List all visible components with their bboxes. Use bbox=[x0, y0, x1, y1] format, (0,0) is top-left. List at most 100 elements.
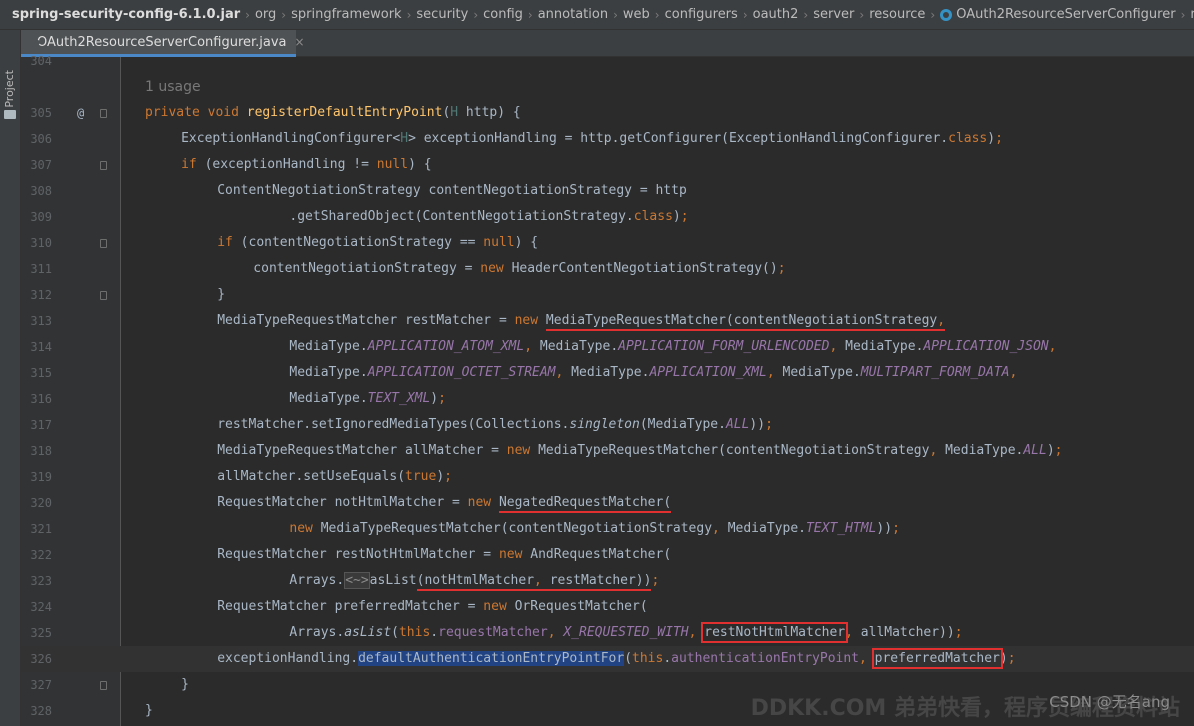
breadcrumb-item[interactable]: config bbox=[483, 7, 523, 22]
code-line-308[interactable]: 308 ContentNegotiationStrategy contentNeg… bbox=[21, 178, 1194, 204]
breadcrumb-separator: › bbox=[859, 7, 865, 22]
code-text: RequestMatcher restNotHtmlMatcher = new … bbox=[217, 547, 672, 562]
breadcrumb-item[interactable]: server bbox=[813, 7, 854, 22]
code-line-304[interactable]: 304 bbox=[21, 48, 1194, 74]
code-text: MediaType.APPLICATION_OCTET_STREAM, Medi… bbox=[289, 365, 1018, 380]
fold-toggle-icon[interactable] bbox=[100, 109, 107, 118]
site-watermark: DDKK.COM 弟弟快看，程序员编程资料站 bbox=[750, 696, 1180, 721]
breadcrumb-item-label: spring-security-config-6.1.0.jar bbox=[12, 7, 241, 22]
code-text: } bbox=[181, 677, 189, 692]
code-text: ExceptionHandlingConfigurer<H> exception… bbox=[181, 131, 1003, 146]
code-editor[interactable]: 304 1 usage 305 @ private void registerDefau… bbox=[21, 54, 1194, 726]
code-line-309[interactable]: 309 .getSharedObject(ContentNegotiationSt… bbox=[21, 204, 1194, 230]
code-text: if (contentNegotiationStrategy == null) … bbox=[217, 235, 539, 250]
breadcrumb-item[interactable]: resource bbox=[869, 7, 925, 22]
code-line-313[interactable]: 313 MediaTypeRequestMatcher restMatcher =… bbox=[21, 308, 1194, 334]
breadcrumb-item-label: configurers bbox=[664, 7, 738, 22]
code-line-325[interactable]: 325 Arrays.asList(this.requestMatcher, X_… bbox=[21, 620, 1194, 646]
code-line-310[interactable]: 310 if (contentNegotiationStrategy == nul… bbox=[21, 230, 1194, 256]
code-text: .getSharedObject(ContentNegotiationStrat… bbox=[289, 209, 689, 224]
breadcrumb-separator: › bbox=[281, 7, 287, 22]
breadcrumb-item[interactable]: security bbox=[416, 7, 468, 22]
code-text: new MediaTypeRequestMatcher(contentNegot… bbox=[289, 521, 900, 536]
line-number: 318 bbox=[30, 444, 52, 458]
code-text: Arrays.asList(this.requestMatcher, X_REQ… bbox=[289, 622, 963, 643]
line-number: 309 bbox=[30, 210, 52, 224]
fold-toggle-icon[interactable] bbox=[100, 239, 107, 248]
line-number: 315 bbox=[30, 366, 52, 380]
breadcrumb-item-label: org bbox=[254, 7, 277, 22]
code-text: } bbox=[145, 703, 153, 718]
code-line-307[interactable]: 307 if (exceptionHandling != null) { bbox=[21, 152, 1194, 178]
breadcrumb-separator: › bbox=[930, 7, 936, 22]
breadcrumb: spring-security-config-6.1.0.jar › org › spr… bbox=[0, 0, 1194, 30]
breadcrumb-item[interactable]: oauth2 bbox=[753, 7, 799, 22]
code-line-316[interactable]: 316 MediaType.TEXT_XML); bbox=[21, 386, 1194, 412]
code-line-312[interactable]: 312} bbox=[21, 282, 1194, 308]
code-line-306[interactable]: 306 ExceptionHandlingConfigurer<H> except… bbox=[21, 126, 1194, 152]
folder-icon[interactable] bbox=[4, 110, 16, 119]
code-text: MediaTypeRequestMatcher restMatcher = ne… bbox=[217, 308, 946, 334]
code-line-323[interactable]: 323 Arrays.<~>asList(notHtmlMatcher, rest… bbox=[21, 568, 1194, 594]
breadcrumb-item[interactable]: springframework bbox=[291, 7, 401, 22]
code-line-324[interactable]: 324 RequestMatcher preferredMatcher = new… bbox=[21, 594, 1194, 620]
code-line-326[interactable]: 326 exceptionHandling.defaultAuthenticati… bbox=[21, 646, 1194, 672]
fold-toggle-icon[interactable] bbox=[100, 291, 107, 300]
code-text: private void registerDefaultEntryPoint(H… bbox=[145, 105, 521, 120]
code-line-319[interactable]: 319 allMatcher.setUseEquals(true); bbox=[21, 464, 1194, 490]
breadcrumb-separator: › bbox=[654, 7, 660, 22]
breadcrumb-item[interactable]: org bbox=[255, 7, 276, 22]
line-number: 322 bbox=[30, 548, 52, 562]
breadcrumb-separator: › bbox=[803, 7, 809, 22]
code-line-317[interactable]: 317 restMatcher.setIgnoredMediaTypes(Coll… bbox=[21, 412, 1194, 438]
breadcrumb-item[interactable]: spring-security-config-6.1.0.jar bbox=[12, 7, 240, 22]
breadcrumb-separator: › bbox=[245, 7, 250, 22]
breadcrumb-item[interactable]: OAuth2ResourceServerConfigurer bbox=[940, 7, 1176, 22]
code-line-311[interactable]: 311 contentNegotiationStrategy = new Head… bbox=[21, 256, 1194, 282]
breadcrumb-item[interactable]: registerDefaultEntryPoint bbox=[1190, 7, 1194, 22]
line-number: 306 bbox=[30, 132, 52, 146]
code-line-322[interactable]: 322 RequestMatcher restNotHtmlMatcher = n… bbox=[21, 542, 1194, 568]
line-number: 313 bbox=[30, 314, 52, 328]
breadcrumb-separator: › bbox=[406, 7, 412, 22]
override-marker-icon[interactable]: @ bbox=[77, 100, 84, 126]
code-text: RequestMatcher preferredMatcher = new Or… bbox=[217, 599, 648, 614]
code-text: exceptionHandling.defaultAuthenticationE… bbox=[217, 648, 1016, 669]
line-number: 312 bbox=[30, 288, 52, 302]
breadcrumb-separator: › bbox=[473, 7, 479, 22]
line-number: 310 bbox=[30, 236, 52, 250]
code-lens-usage[interactable]: 1 usage bbox=[21, 74, 1194, 100]
fold-toggle-icon[interactable] bbox=[100, 681, 107, 690]
line-number: 320 bbox=[30, 496, 52, 510]
breadcrumb-item-label: config bbox=[483, 7, 523, 22]
code-line-321[interactable]: 321 new MediaTypeRequestMatcher(contentNe… bbox=[21, 516, 1194, 542]
code-line-320[interactable]: 320 RequestMatcher notHtmlMatcher = new N… bbox=[21, 490, 1194, 516]
breadcrumb-separator: › bbox=[1180, 7, 1186, 22]
project-tool-button[interactable]: Project bbox=[3, 70, 17, 108]
code-text: restMatcher.setIgnoredMediaTypes(Collect… bbox=[217, 417, 773, 432]
fold-toggle-icon[interactable] bbox=[100, 161, 107, 170]
breadcrumb-item-label: registerDefaultEntryPoint bbox=[1190, 7, 1194, 22]
breadcrumb-item[interactable]: annotation bbox=[538, 7, 608, 22]
breadcrumb-separator: › bbox=[742, 7, 748, 22]
line-number: 327 bbox=[30, 678, 52, 692]
tool-window-strip: Project bbox=[0, 30, 21, 726]
line-number: 321 bbox=[30, 522, 52, 536]
usages-hint[interactable]: 1 usage bbox=[145, 74, 201, 100]
breadcrumb-item-label: server bbox=[813, 7, 855, 22]
line-number: 316 bbox=[30, 392, 52, 406]
code-line-318[interactable]: 318 MediaTypeRequestMatcher allMatcher = … bbox=[21, 438, 1194, 464]
line-number: 324 bbox=[30, 600, 52, 614]
code-line-315[interactable]: 315 MediaType.APPLICATION_OCTET_STREAM, M… bbox=[21, 360, 1194, 386]
breadcrumb-item[interactable]: configurers bbox=[665, 7, 738, 22]
breadcrumb-item-label: security bbox=[416, 7, 469, 22]
breadcrumb-item[interactable]: web bbox=[623, 7, 650, 22]
breadcrumb-item-label: oauth2 bbox=[752, 7, 799, 22]
code-line-314[interactable]: 314 MediaType.APPLICATION_ATOM_XML, Media… bbox=[21, 334, 1194, 360]
code-text: RequestMatcher notHtmlMatcher = new Nega… bbox=[217, 490, 672, 516]
line-number: 323 bbox=[30, 574, 52, 588]
code-text: if (exceptionHandling != null) { bbox=[181, 157, 432, 172]
close-icon[interactable]: × bbox=[295, 35, 305, 49]
breadcrumb-item-label: resource bbox=[869, 7, 926, 22]
code-line-305[interactable]: 305 @ private void registerDefaultEntryPoi… bbox=[21, 100, 1194, 126]
